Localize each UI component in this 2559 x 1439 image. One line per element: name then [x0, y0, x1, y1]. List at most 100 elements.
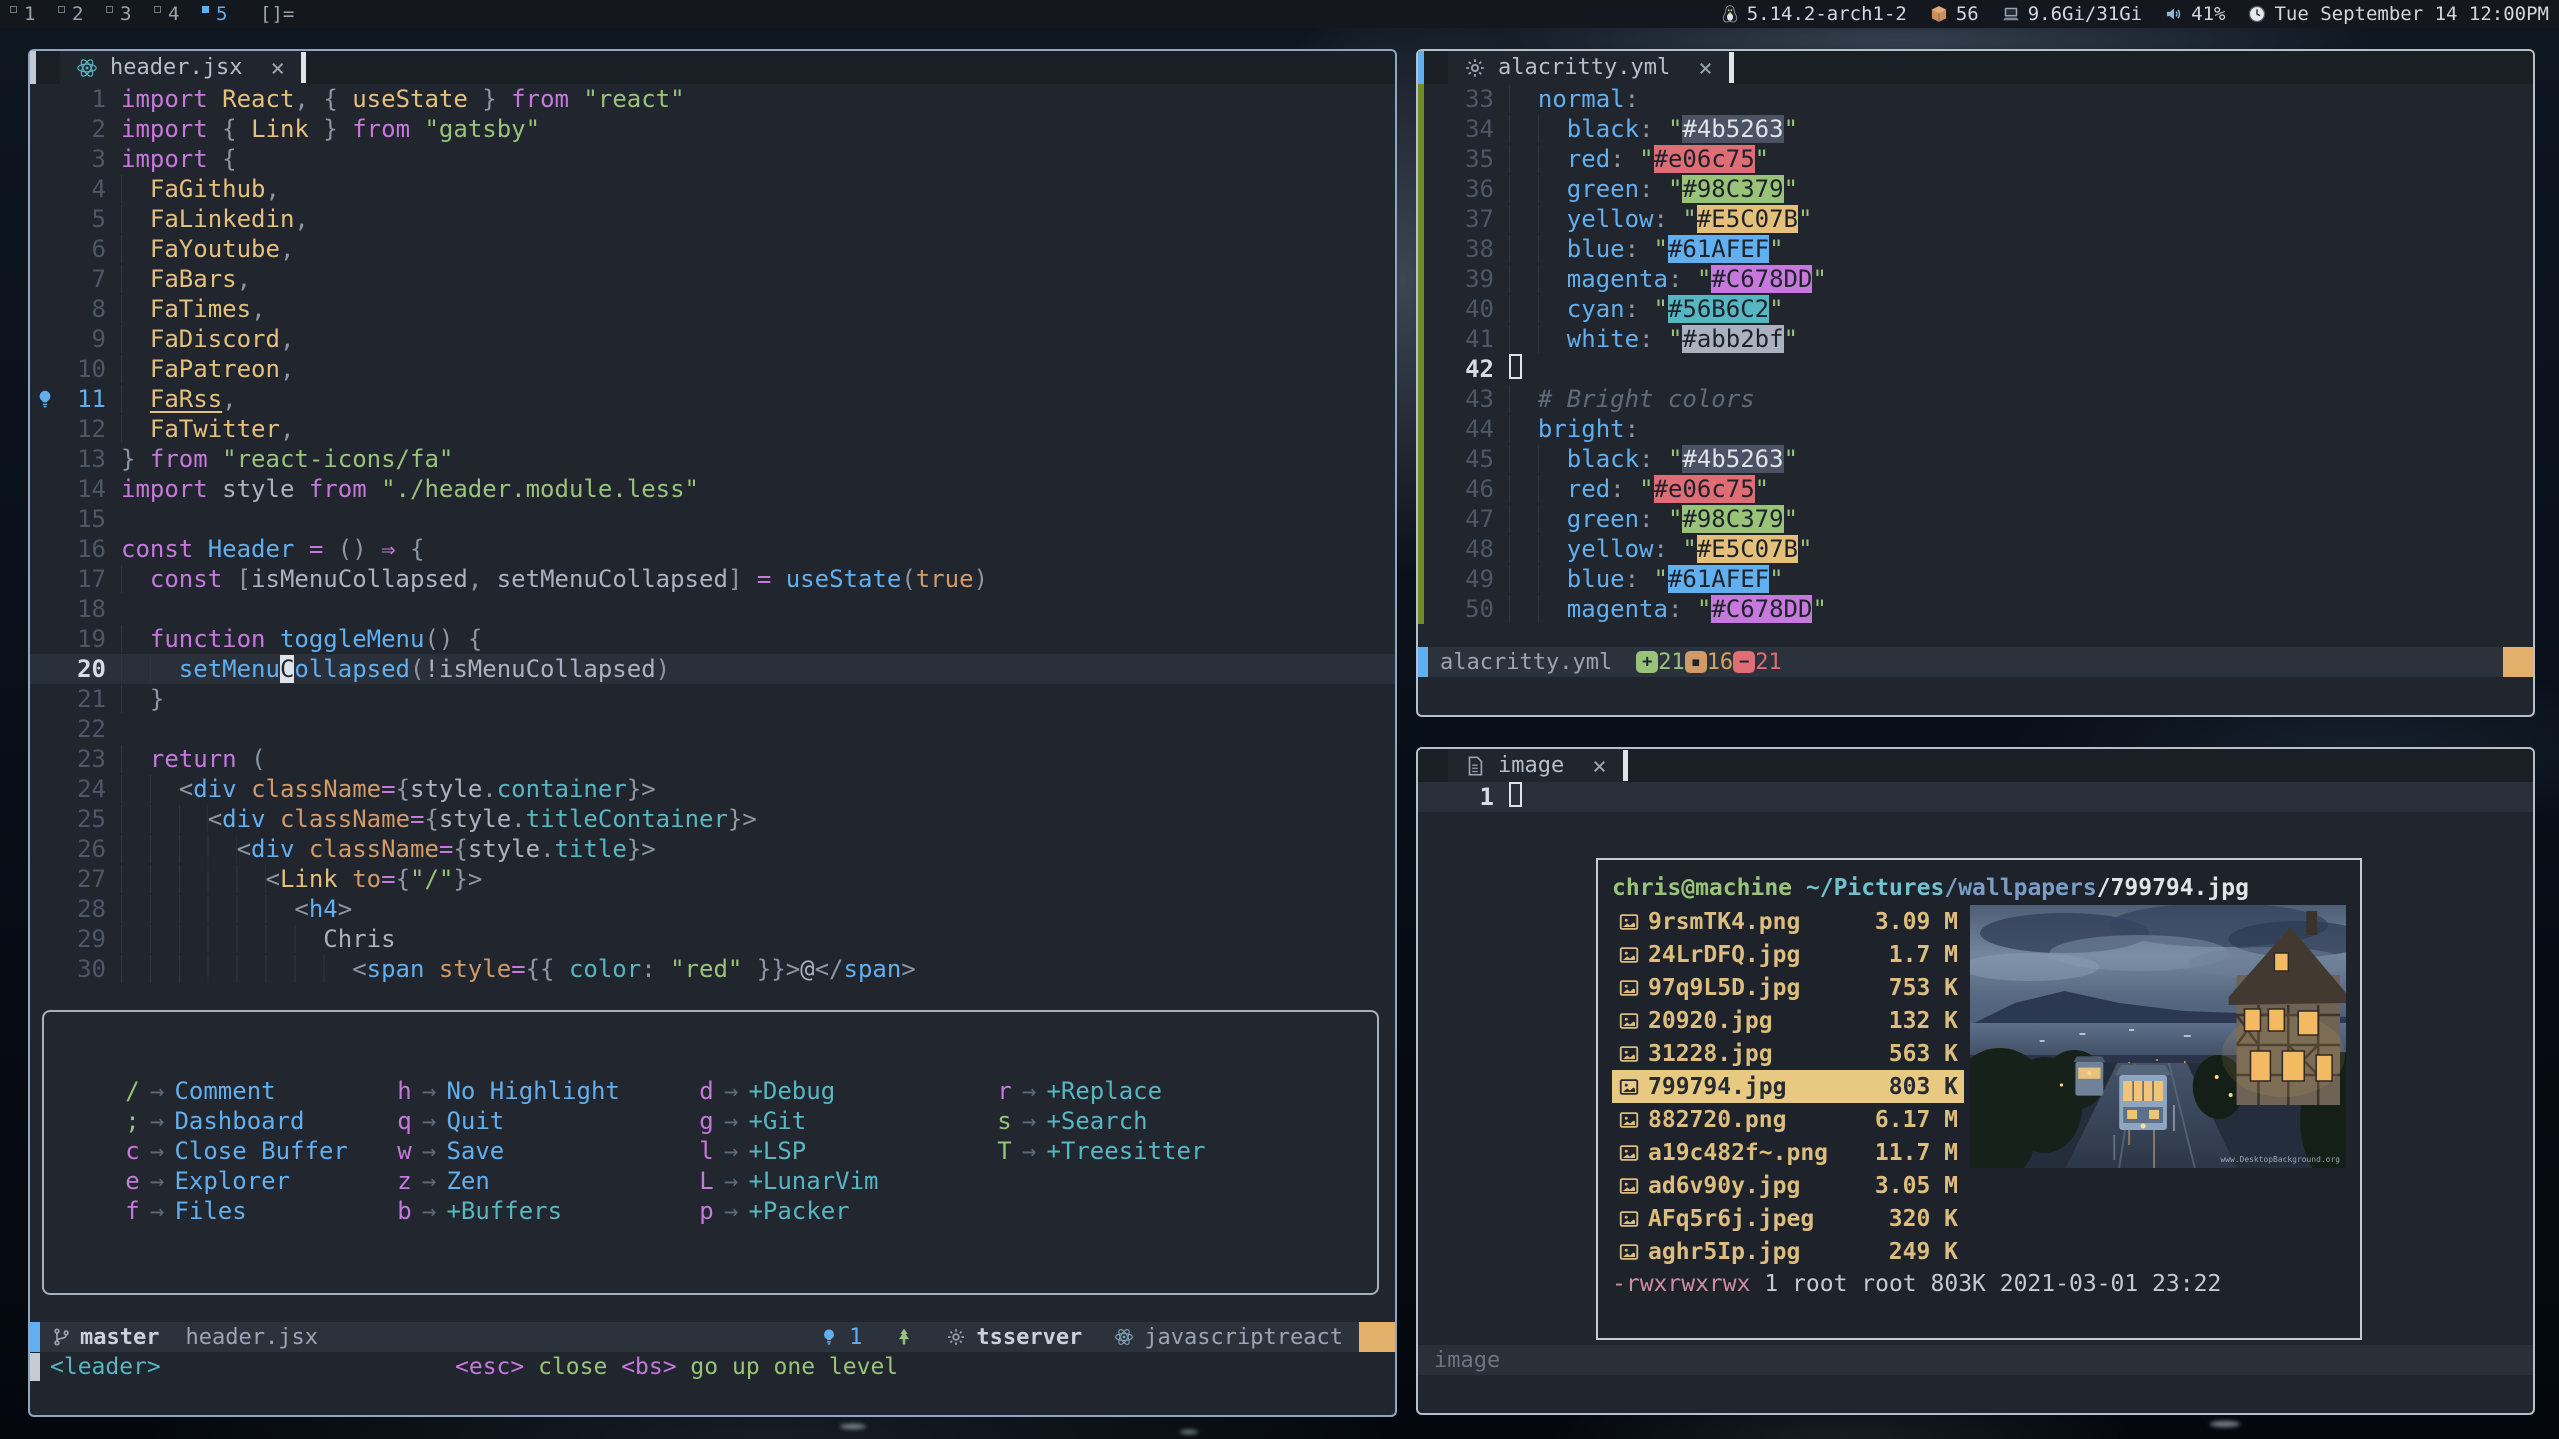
code-line[interactable]: 9 FaDiscord,	[30, 324, 1395, 354]
code-line[interactable]: 19 function toggleMenu() {	[30, 624, 1395, 654]
code-line[interactable]: 39 magenta: "#C678DD"	[1418, 264, 2533, 294]
code-line[interactable]: 1import React, { useState } from "react"	[30, 84, 1395, 114]
code-line[interactable]: 23 return (	[30, 744, 1395, 774]
code-line[interactable]: 29 Chris	[30, 924, 1395, 954]
code-line[interactable]: 8 FaTimes,	[30, 294, 1395, 324]
code-line[interactable]: 50 magenta: "#C678DD"	[1418, 594, 2533, 624]
tab-header-jsx[interactable]: header.jsx ×	[60, 51, 301, 84]
code-line[interactable]: 33 normal:	[1418, 84, 2533, 114]
code-line[interactable]: 34 black: "#4b5263"	[1418, 114, 2533, 144]
line-number: 1	[60, 84, 106, 114]
tab-image[interactable]: image ×	[1448, 749, 1623, 782]
code-line[interactable]: 13} from "react-icons/fa"	[30, 444, 1395, 474]
whichkey-item[interactable]: d→+Debug	[699, 1077, 997, 1105]
gutter-sign	[30, 204, 60, 234]
code-line[interactable]: 2import { Link } from "gatsby"	[30, 114, 1395, 144]
code-line[interactable]: 25 <div className={style.titleContainer}…	[30, 804, 1395, 834]
whichkey-item[interactable]: /→Comment	[125, 1077, 397, 1105]
file-row[interactable]: 882720.png6.17 M	[1612, 1103, 1964, 1136]
code-line[interactable]: 3import {	[30, 144, 1395, 174]
code-line[interactable]: 11 FaRss,	[30, 384, 1395, 414]
code-line[interactable]: 14import style from "./header.module.les…	[30, 474, 1395, 504]
code-text: } from "react-icons/fa"	[106, 444, 453, 474]
code-line[interactable]: 6 FaYoutube,	[30, 234, 1395, 264]
whichkey-item[interactable]: b→+Buffers	[397, 1197, 699, 1225]
whichkey-item[interactable]: ;→Dashboard	[125, 1107, 397, 1135]
code-line[interactable]: 35 red: "#e06c75"	[1418, 144, 2533, 174]
close-icon[interactable]: ×	[1592, 752, 1606, 780]
file-row[interactable]: a19c482f~.png11.7 M	[1612, 1136, 1964, 1169]
whichkey-item[interactable]: p→+Packer	[699, 1197, 997, 1225]
code-line[interactable]: 44 bright:	[1418, 414, 2533, 444]
code-line[interactable]: 10 FaPatreon,	[30, 354, 1395, 384]
code-line[interactable]: 18	[30, 594, 1395, 624]
whichkey-item[interactable]: f→Files	[125, 1197, 397, 1225]
whichkey-item[interactable]: e→Explorer	[125, 1167, 397, 1195]
code-line[interactable]: 28 <h4>	[30, 894, 1395, 924]
file-row[interactable]: AFq5r6j.jpeg320 K	[1612, 1202, 1964, 1235]
whichkey-item[interactable]: c→Close Buffer	[125, 1137, 397, 1165]
code-line[interactable]: 24 <div className={style.container}>	[30, 774, 1395, 804]
code-line[interactable]: 38 blue: "#61AFEF"	[1418, 234, 2533, 264]
workspace-button[interactable]: 4	[150, 0, 198, 28]
file-row[interactable]: ad6v90y.jpg3.05 M	[1612, 1169, 1964, 1202]
whichkey-item[interactable]: h→No Highlight	[397, 1077, 699, 1105]
image-file-icon	[1618, 977, 1640, 999]
whichkey-item[interactable]: L→+LunarVim	[699, 1167, 997, 1195]
file-row[interactable]: aghr5Ip.jpg249 K	[1612, 1235, 1964, 1268]
close-icon[interactable]: ×	[270, 54, 284, 82]
code-line[interactable]: 49 blue: "#61AFEF"	[1418, 564, 2533, 594]
line-number: 49	[1448, 564, 1494, 594]
line-number: 27	[60, 864, 106, 894]
file-row[interactable]: 9rsmTK4.png3.09 M	[1612, 905, 1964, 938]
code-line[interactable]: 5 FaLinkedin,	[30, 204, 1395, 234]
whichkey-item[interactable]: r→+Replace	[997, 1077, 1277, 1105]
workspace-button[interactable]: 5	[198, 0, 246, 28]
code-text: <div className={style.container}>	[106, 774, 656, 804]
tab-alacritty-yml[interactable]: alacritty.yml ×	[1448, 51, 1729, 84]
code-line[interactable]: 41 white: "#abb2bf"	[1418, 324, 2533, 354]
file-row[interactable]: 31228.jpg563 K	[1612, 1037, 1964, 1070]
memory-status: 9.6Gi/31Gi	[2001, 3, 2142, 25]
close-icon[interactable]: ×	[1698, 54, 1712, 82]
file-row[interactable]: 97q9L5D.jpg753 K	[1612, 971, 1964, 1004]
code-line[interactable]: 37 yellow: "#E5C07B"	[1418, 204, 2533, 234]
code-line[interactable]: 42	[1418, 354, 2533, 384]
code-line[interactable]: 43 # Bright colors	[1418, 384, 2533, 414]
code-line[interactable]: 12 FaTwitter,	[30, 414, 1395, 444]
code-line[interactable]: 48 yellow: "#E5C07B"	[1418, 534, 2533, 564]
code-line[interactable]: 16const Header = () ⇒ {	[30, 534, 1395, 564]
line-number: 23	[60, 744, 106, 774]
whichkey-item[interactable]: l→+LSP	[699, 1137, 997, 1165]
code-line[interactable]: 17 const [isMenuCollapsed, setMenuCollap…	[30, 564, 1395, 594]
code-line[interactable]: 1	[1418, 782, 2533, 812]
file-row[interactable]: 799794.jpg803 K	[1612, 1070, 1964, 1103]
workspace-button[interactable]: 1	[6, 0, 54, 28]
code-line[interactable]: 30 <span style={{ color: "red" }}>@</spa…	[30, 954, 1395, 984]
code-line[interactable]: 27 <Link to={"/"}>	[30, 864, 1395, 894]
code-line[interactable]: 15	[30, 504, 1395, 534]
gutter-sign	[30, 534, 60, 564]
code-line[interactable]: 40 cyan: "#56B6C2"	[1418, 294, 2533, 324]
code-line[interactable]: 4 FaGithub,	[30, 174, 1395, 204]
whichkey-item[interactable]: g→+Git	[699, 1107, 997, 1135]
code-line[interactable]: 20 setMenuCollapsed(!isMenuCollapsed)	[30, 654, 1395, 684]
whichkey-item[interactable]: s→+Search	[997, 1107, 1277, 1135]
whichkey-item[interactable]: T→+Treesitter	[997, 1137, 1277, 1165]
code-line[interactable]: 7 FaBars,	[30, 264, 1395, 294]
code-line[interactable]: 45 black: "#4b5263"	[1418, 444, 2533, 474]
workspace-button[interactable]: 3	[102, 0, 150, 28]
whichkey-item[interactable]: q→Quit	[397, 1107, 699, 1135]
whichkey-item[interactable]: z→Zen	[397, 1167, 699, 1195]
code-line[interactable]: 22	[30, 714, 1395, 744]
code-line[interactable]: 47 green: "#98C379"	[1418, 504, 2533, 534]
file-row[interactable]: 20920.jpg132 K	[1612, 1004, 1964, 1037]
code-line[interactable]: 21 }	[30, 684, 1395, 714]
whichkey-item[interactable]: w→Save	[397, 1137, 699, 1165]
code-line[interactable]: 36 green: "#98C379"	[1418, 174, 2533, 204]
line-number: 21	[60, 684, 106, 714]
code-line[interactable]: 46 red: "#e06c75"	[1418, 474, 2533, 504]
workspace-button[interactable]: 2	[54, 0, 102, 28]
file-row[interactable]: 24LrDFQ.jpg1.7 M	[1612, 938, 1964, 971]
code-line[interactable]: 26 <div className={style.title}>	[30, 834, 1395, 864]
